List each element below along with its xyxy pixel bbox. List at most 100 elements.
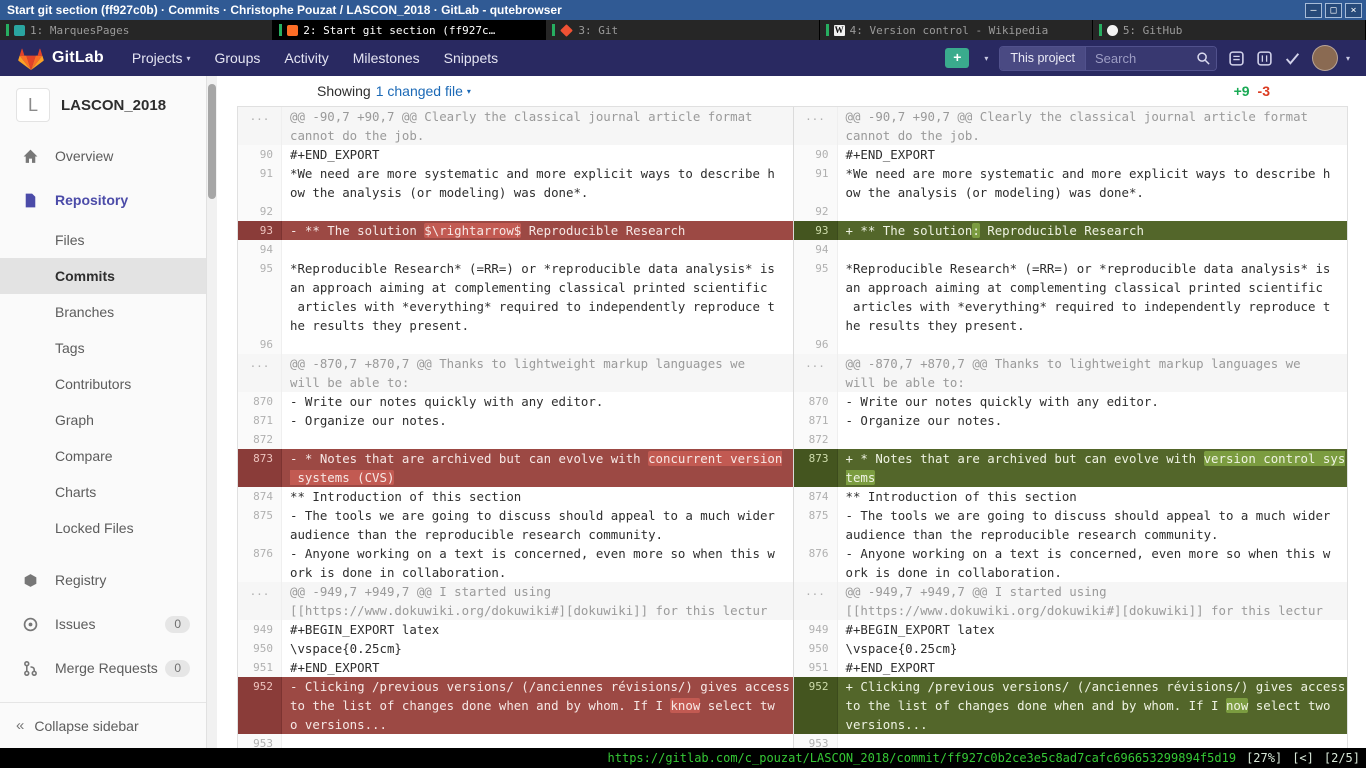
tab-title: 5: GitHub	[1123, 24, 1183, 37]
line-number-new[interactable]: 872	[794, 430, 838, 449]
diff-code	[838, 240, 1348, 259]
todos-check-icon[interactable]	[1284, 50, 1301, 67]
line-number-new[interactable]: 93	[794, 221, 838, 240]
line-number-new[interactable]: 871	[794, 411, 838, 430]
diff-code: *Reproducible Research* (=RR=) or *repro…	[282, 259, 793, 335]
line-number-old[interactable]: 875	[238, 506, 282, 544]
user-menu[interactable]: ▾	[1312, 45, 1350, 71]
line-number-new[interactable]: 94	[794, 240, 838, 259]
diff-new-side: 876- Anyone working on a text is concern…	[793, 544, 1348, 582]
sidebar-item-files[interactable]: Files	[0, 222, 206, 258]
collapse-sidebar-button[interactable]: « Collapse sidebar	[0, 702, 206, 748]
sidebar-item-overview[interactable]: Overview	[0, 134, 206, 178]
line-number-new[interactable]: 875	[794, 506, 838, 544]
close-icon[interactable]: ×	[1345, 3, 1362, 18]
nav-item-snippets[interactable]: Snippets	[432, 50, 510, 66]
line-number-new[interactable]: 949	[794, 620, 838, 639]
line-number-new[interactable]: 90	[794, 145, 838, 164]
line-number-old[interactable]: 93	[238, 221, 282, 240]
sidebar-item-tags[interactable]: Tags	[0, 330, 206, 366]
line-number-old[interactable]: 92	[238, 202, 282, 221]
tab[interactable]: 5: GitHub	[1093, 20, 1366, 40]
line-number-old[interactable]: 952	[238, 677, 282, 734]
line-number-old[interactable]: 951	[238, 658, 282, 677]
minimize-icon[interactable]: –	[1305, 3, 1322, 18]
line-number-old[interactable]: 95	[238, 259, 282, 335]
diff-new-side: 872	[793, 430, 1348, 449]
line-number-new[interactable]: 953	[794, 734, 838, 748]
line-number-new[interactable]: 950	[794, 639, 838, 658]
line-number-old[interactable]: 950	[238, 639, 282, 658]
diff-code: + ** The solution: Reproducible Research	[838, 221, 1348, 240]
merge-requests-dashboard-icon[interactable]	[1256, 50, 1273, 67]
line-number-new[interactable]: 95	[794, 259, 838, 335]
repo-icon	[22, 192, 39, 209]
sidebar-item-locked-files[interactable]: Locked Files	[0, 510, 206, 546]
line-number-new[interactable]: 873	[794, 449, 838, 487]
diff-code: *We need are more systematic and more ex…	[838, 164, 1348, 202]
gitlab-brand[interactable]: GitLab	[52, 49, 104, 67]
line-number-new[interactable]: 951	[794, 658, 838, 677]
project-avatar[interactable]: L	[16, 88, 50, 122]
line-number-new[interactable]: 874	[794, 487, 838, 506]
sidebar-item-commits[interactable]: Commits	[0, 258, 206, 294]
line-number-old[interactable]: 870	[238, 392, 282, 411]
nav-item-milestones[interactable]: Milestones	[341, 50, 432, 66]
line-number-old[interactable]: 953	[238, 734, 282, 748]
hunk-ellipsis: ...	[238, 582, 282, 620]
search-scope-button[interactable]: This project	[1000, 47, 1086, 70]
diff-code: - * Notes that are archived but can evol…	[282, 449, 793, 487]
tab[interactable]: 2: Start git section (ff927c…	[273, 20, 546, 40]
tab[interactable]: 3: Git	[546, 20, 819, 40]
sidebar-item-compare[interactable]: Compare	[0, 438, 206, 474]
line-number-old[interactable]: 871	[238, 411, 282, 430]
maximize-icon[interactable]: □	[1325, 3, 1342, 18]
diff-old-side: 94	[238, 240, 793, 259]
hunk-ellipsis: ...	[238, 354, 282, 392]
gitlab-logo[interactable]	[18, 46, 44, 71]
line-number-old[interactable]: 949	[238, 620, 282, 639]
project-name[interactable]: LASCON_2018	[61, 97, 166, 114]
line-number-new[interactable]: 952	[794, 677, 838, 734]
changed-files-dropdown[interactable]: 1 changed file▾	[376, 83, 471, 99]
line-number-new[interactable]: 876	[794, 544, 838, 582]
sidebar-item-charts[interactable]: Charts	[0, 474, 206, 510]
line-number-new[interactable]: 96	[794, 335, 838, 354]
line-number-new[interactable]: 91	[794, 164, 838, 202]
sidebar-item-graph[interactable]: Graph	[0, 402, 206, 438]
tab[interactable]: 1: MarquesPages	[0, 20, 273, 40]
sidebar-item-merge-requests[interactable]: Merge Requests0	[0, 646, 206, 690]
sidebar-item-issues[interactable]: Issues0	[0, 602, 206, 646]
line-number-old[interactable]: 873	[238, 449, 282, 487]
sidebar-item-registry[interactable]: Registry	[0, 558, 206, 602]
hunk-ellipsis: ...	[794, 107, 838, 145]
diff-old-side: 874** Introduction of this section	[238, 487, 793, 506]
diff-code: - Write our notes quickly with any edito…	[282, 392, 793, 411]
line-number-old[interactable]: 876	[238, 544, 282, 582]
nav-item-activity[interactable]: Activity	[272, 50, 340, 66]
diff-new-side: 953	[793, 734, 1348, 748]
avatar[interactable]	[1312, 45, 1338, 71]
new-menu-button[interactable]: +	[945, 48, 969, 68]
nav-item-projects[interactable]: Projects▾	[120, 50, 203, 66]
diff-row: 949#+BEGIN_EXPORT latex949#+BEGIN_EXPORT…	[238, 620, 1347, 639]
sidebar-item-branches[interactable]: Branches	[0, 294, 206, 330]
line-number-old[interactable]: 96	[238, 335, 282, 354]
home-icon	[22, 148, 39, 165]
sidebar-item-repository[interactable]: Repository	[0, 178, 206, 222]
diff-code: #+END_EXPORT	[282, 658, 793, 677]
line-number-old[interactable]: 94	[238, 240, 282, 259]
line-number-new[interactable]: 92	[794, 202, 838, 221]
line-number-old[interactable]: 874	[238, 487, 282, 506]
diff-old-side: ...@@ -949,7 +949,7 @@ I started using […	[238, 582, 793, 620]
sidebar-item-contributors[interactable]: Contributors	[0, 366, 206, 402]
tab[interactable]: W4: Version control - Wikipedia	[820, 20, 1093, 40]
scrollbar-thumb[interactable]	[208, 84, 216, 199]
line-number-new[interactable]: 870	[794, 392, 838, 411]
line-number-old[interactable]: 90	[238, 145, 282, 164]
line-number-old[interactable]: 872	[238, 430, 282, 449]
page-scrollbar[interactable]	[207, 76, 217, 748]
nav-item-groups[interactable]: Groups	[202, 50, 272, 66]
line-number-old[interactable]: 91	[238, 164, 282, 202]
issues-dashboard-icon[interactable]	[1228, 50, 1245, 67]
